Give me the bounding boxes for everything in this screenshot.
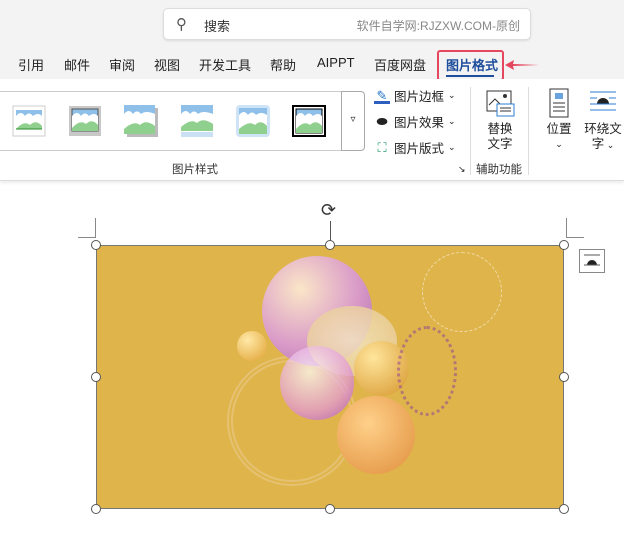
dialog-launcher-icon[interactable]: ↘	[458, 164, 466, 175]
gallery-more-button[interactable]: ▿	[341, 91, 365, 151]
picture-style-1[interactable]	[12, 105, 46, 137]
picture-effects-button[interactable]: ⬬ 图片效果 ⌄	[374, 112, 456, 131]
wrap-text-icon	[590, 91, 616, 111]
picture-style-gallery	[0, 91, 342, 151]
image-detail	[280, 346, 354, 420]
image-detail	[337, 396, 415, 474]
image-detail	[422, 252, 502, 332]
picture-border-label: 图片边框	[394, 90, 445, 104]
rotate-handle-stem	[330, 221, 331, 241]
resize-handle-ne[interactable]	[559, 240, 569, 250]
picture-effects-label: 图片效果	[394, 116, 445, 130]
alt-text-label-1: 替换	[487, 122, 513, 136]
position-label: 位置	[546, 122, 572, 136]
margin-corner-mark	[78, 218, 96, 238]
tab-aippt[interactable]: AIPPT	[317, 55, 355, 70]
alt-text-label-2: 文字	[487, 137, 513, 151]
search-box[interactable]: ⚲ 搜索 软件自学网:RJZXW.COM-原创	[163, 8, 531, 40]
resize-handle-e[interactable]	[559, 372, 569, 382]
wrap-text-label-2: 字 ⌄	[582, 137, 624, 153]
search-label: 搜索	[204, 19, 231, 34]
tab-view[interactable]: 视图	[154, 55, 180, 74]
active-tab-indicator	[446, 75, 494, 77]
picture-style-2[interactable]	[68, 105, 102, 137]
chevron-down-icon: ⌄	[448, 142, 456, 152]
layout-options-icon[interactable]	[579, 249, 605, 273]
resize-handle-w[interactable]	[91, 372, 101, 382]
picture-layout-button[interactable]: ⛶ 图片版式 ⌄	[374, 138, 456, 157]
effects-icon: ⬬	[376, 113, 388, 129]
picture-layout-label: 图片版式	[394, 142, 445, 156]
chevron-down-icon: ⌄	[448, 90, 456, 100]
tab-developer[interactable]: 开发工具	[199, 55, 251, 74]
selected-picture[interactable]	[96, 245, 564, 509]
tab-baidu-netdisk[interactable]: 百度网盘	[374, 55, 426, 74]
position-icon	[549, 88, 569, 118]
search-icon: ⚲	[176, 16, 187, 33]
tab-review[interactable]: 审阅	[109, 55, 135, 74]
wrap-text-label-text: 字	[591, 137, 605, 151]
layout-icon: ⛶	[377, 139, 387, 155]
position-button[interactable]: 位置 ⌄	[542, 88, 576, 152]
tab-references[interactable]: 引用	[18, 55, 44, 74]
group-label-accessibility: 辅助功能	[476, 164, 522, 176]
chevron-down-icon: ⌄	[448, 116, 456, 126]
wrap-text-label-1: 环绕文	[584, 122, 622, 136]
group-label-picture-styles: 图片样式	[172, 164, 218, 176]
resize-handle-nw[interactable]	[91, 240, 101, 250]
resize-handle-se[interactable]	[559, 504, 569, 514]
tab-mailings[interactable]: 邮件	[64, 55, 90, 74]
alt-text-icon	[486, 90, 515, 117]
picture-style-3[interactable]	[124, 105, 158, 137]
picture-style-4[interactable]	[180, 105, 214, 137]
picture-style-6[interactable]	[292, 105, 326, 137]
resize-handle-n[interactable]	[325, 240, 335, 250]
image-detail	[237, 331, 267, 361]
group-separator	[470, 87, 471, 175]
chevron-down-icon: ⌄	[604, 140, 615, 150]
picture-style-5[interactable]	[236, 105, 270, 137]
margin-corner-mark	[566, 218, 584, 238]
arrow-annotation-icon	[505, 60, 539, 70]
wrap-text-button[interactable]: 环绕文 字 ⌄	[582, 88, 624, 153]
watermark-text: 软件自学网:RJZXW.COM-原创	[356, 19, 520, 33]
pencil-border-icon: ✎	[374, 88, 390, 104]
alt-text-button[interactable]: 替换 文字	[482, 90, 518, 152]
tab-help[interactable]: 帮助	[270, 55, 296, 74]
rotate-handle[interactable]: ⟳	[321, 200, 336, 221]
resize-handle-sw[interactable]	[91, 504, 101, 514]
chevron-down-icon: ⌄	[555, 139, 563, 149]
picture-border-button[interactable]: ✎ 图片边框 ⌄	[374, 86, 456, 105]
image-detail	[397, 326, 457, 416]
resize-handle-s[interactable]	[325, 504, 335, 514]
group-separator	[528, 87, 529, 175]
